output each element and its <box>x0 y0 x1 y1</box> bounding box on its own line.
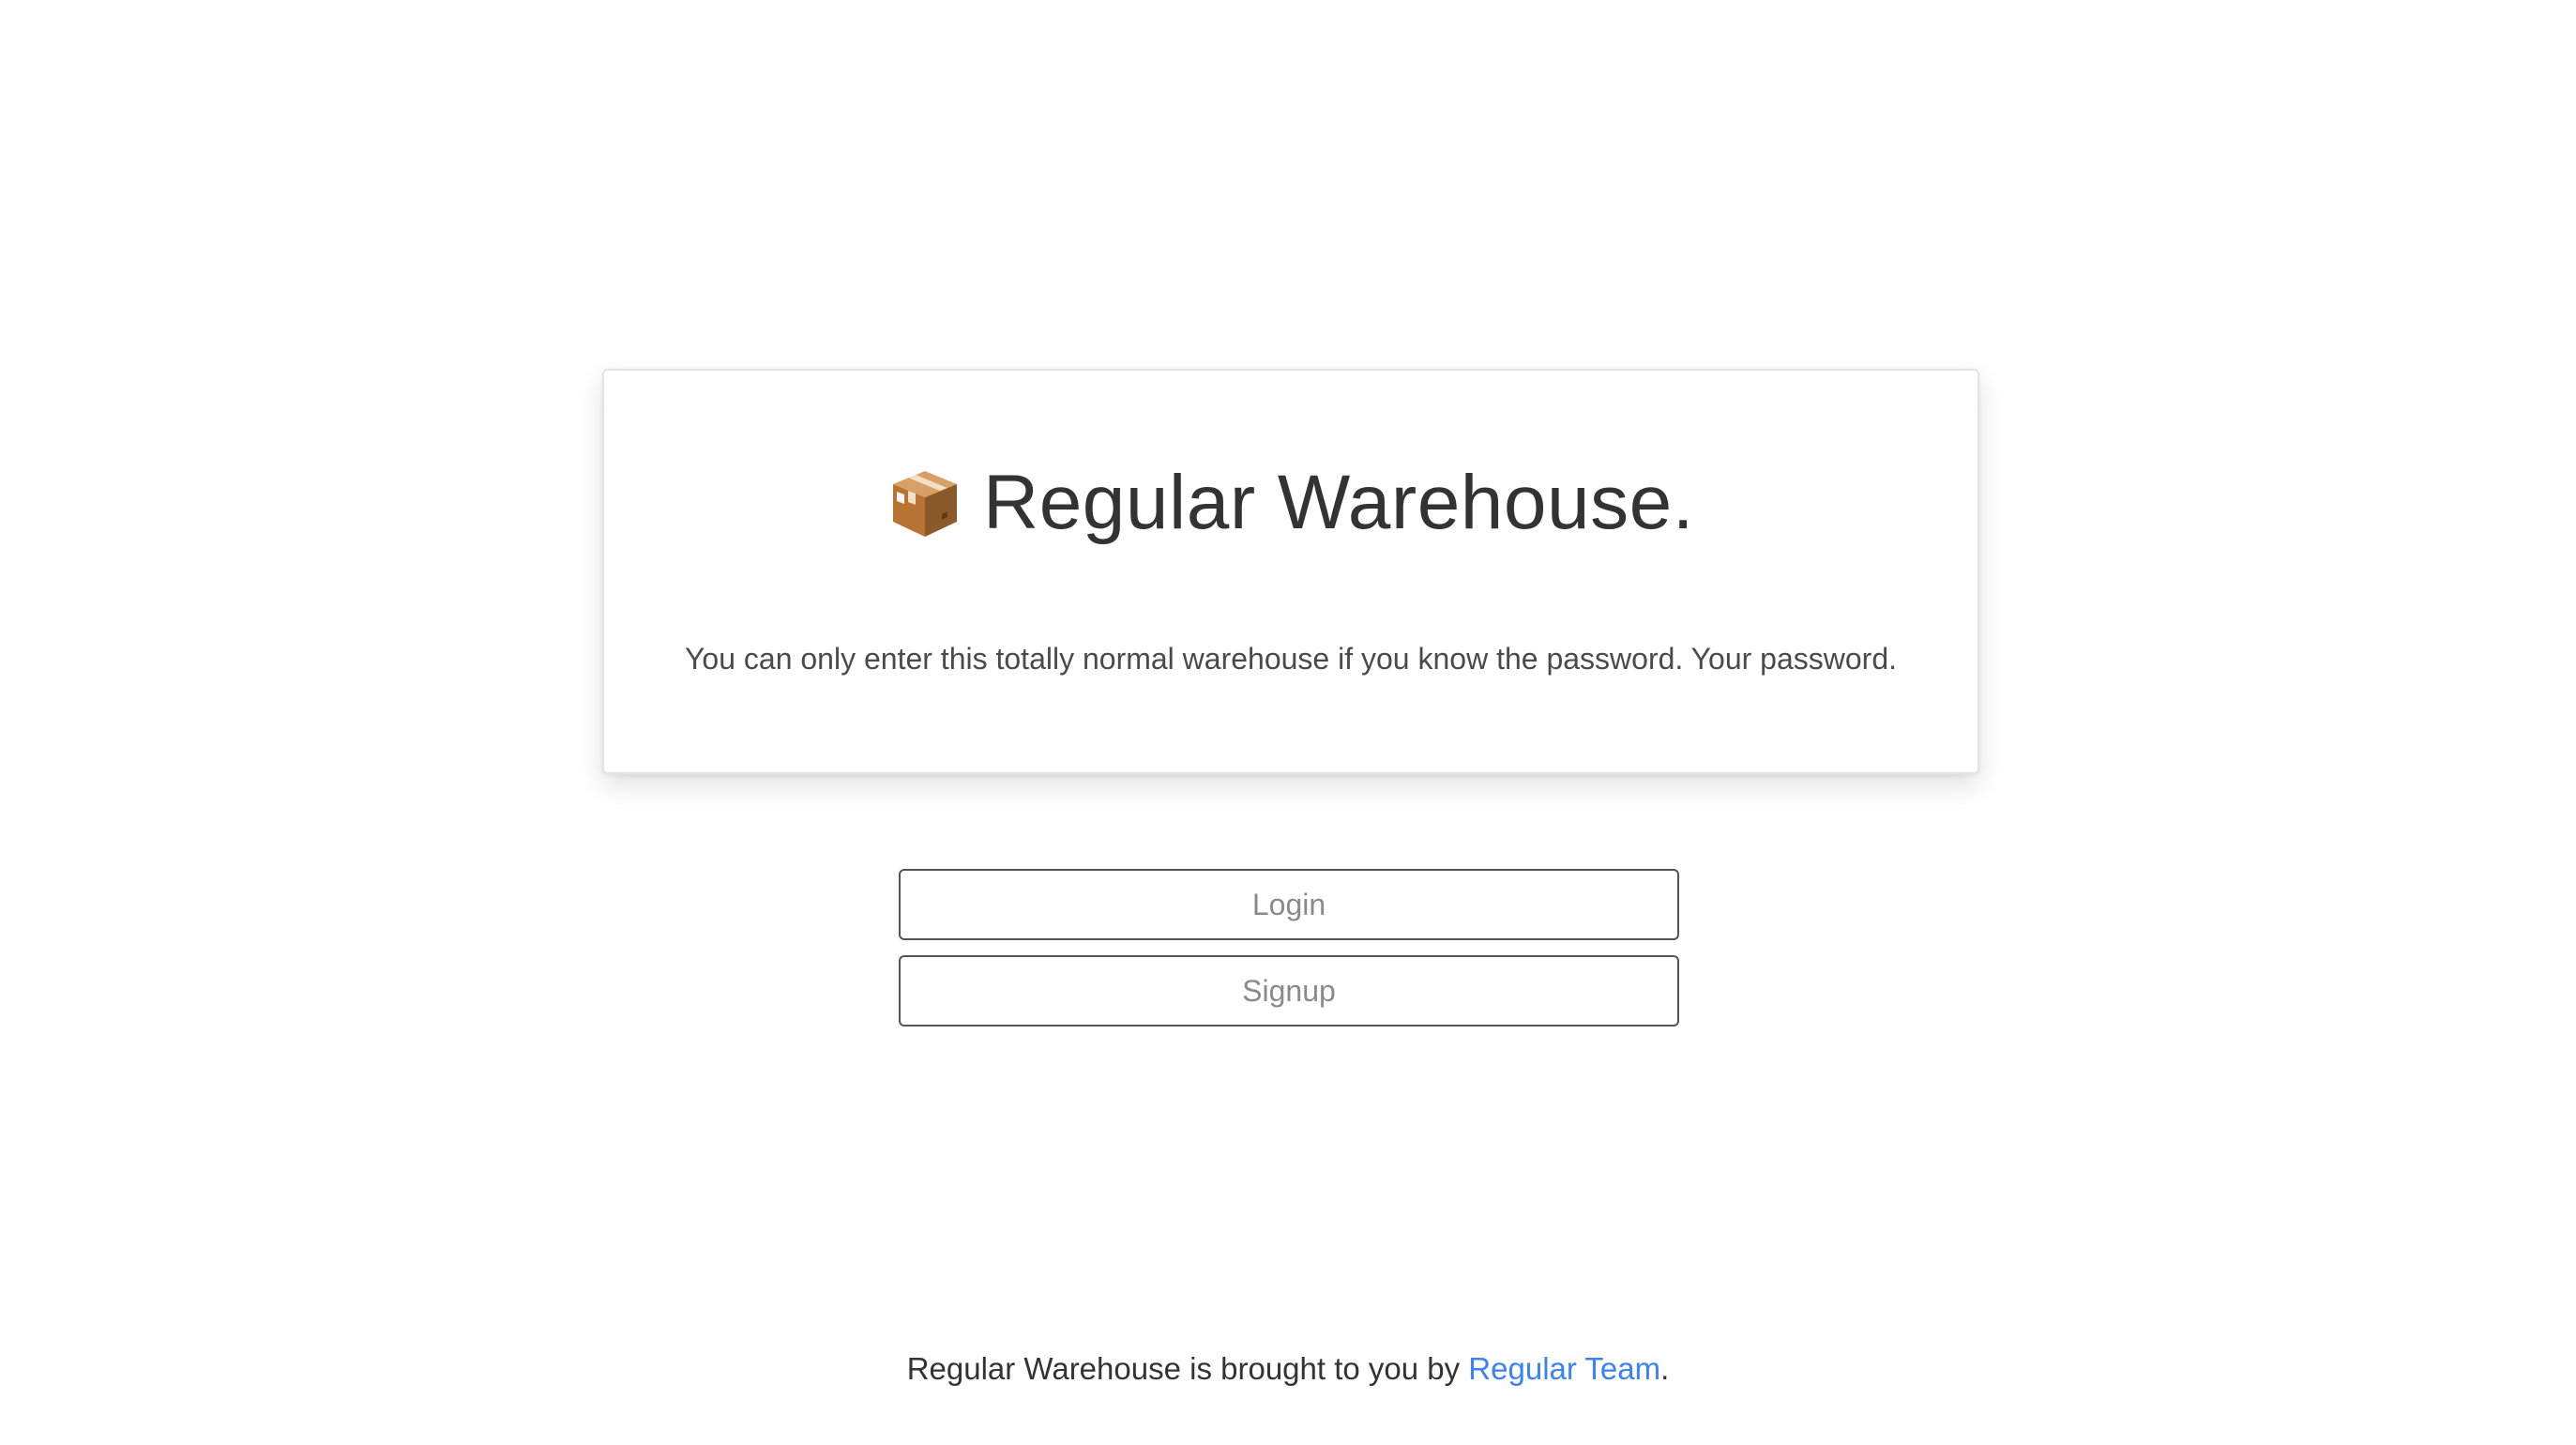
footer-text: Regular Warehouse is brought to you by <box>906 1351 1469 1386</box>
regular-team-link[interactable]: Regular Team <box>1468 1351 1660 1386</box>
page-title: Regular Warehouse. <box>982 460 1694 545</box>
footer-period: . <box>1660 1351 1670 1386</box>
footer: Regular Warehouse is brought to you by R… <box>0 1349 2576 1389</box>
package-box-icon <box>887 465 962 540</box>
page: Regular Warehouse. You can only enter th… <box>0 0 2576 1445</box>
welcome-card: Regular Warehouse. You can only enter th… <box>602 369 1979 774</box>
subtitle-text: You can only enter this totally normal w… <box>685 642 1897 676</box>
login-button[interactable]: Login <box>899 869 1679 940</box>
title-row: Regular Warehouse. <box>604 451 1977 555</box>
signup-button[interactable]: Signup <box>899 955 1679 1027</box>
